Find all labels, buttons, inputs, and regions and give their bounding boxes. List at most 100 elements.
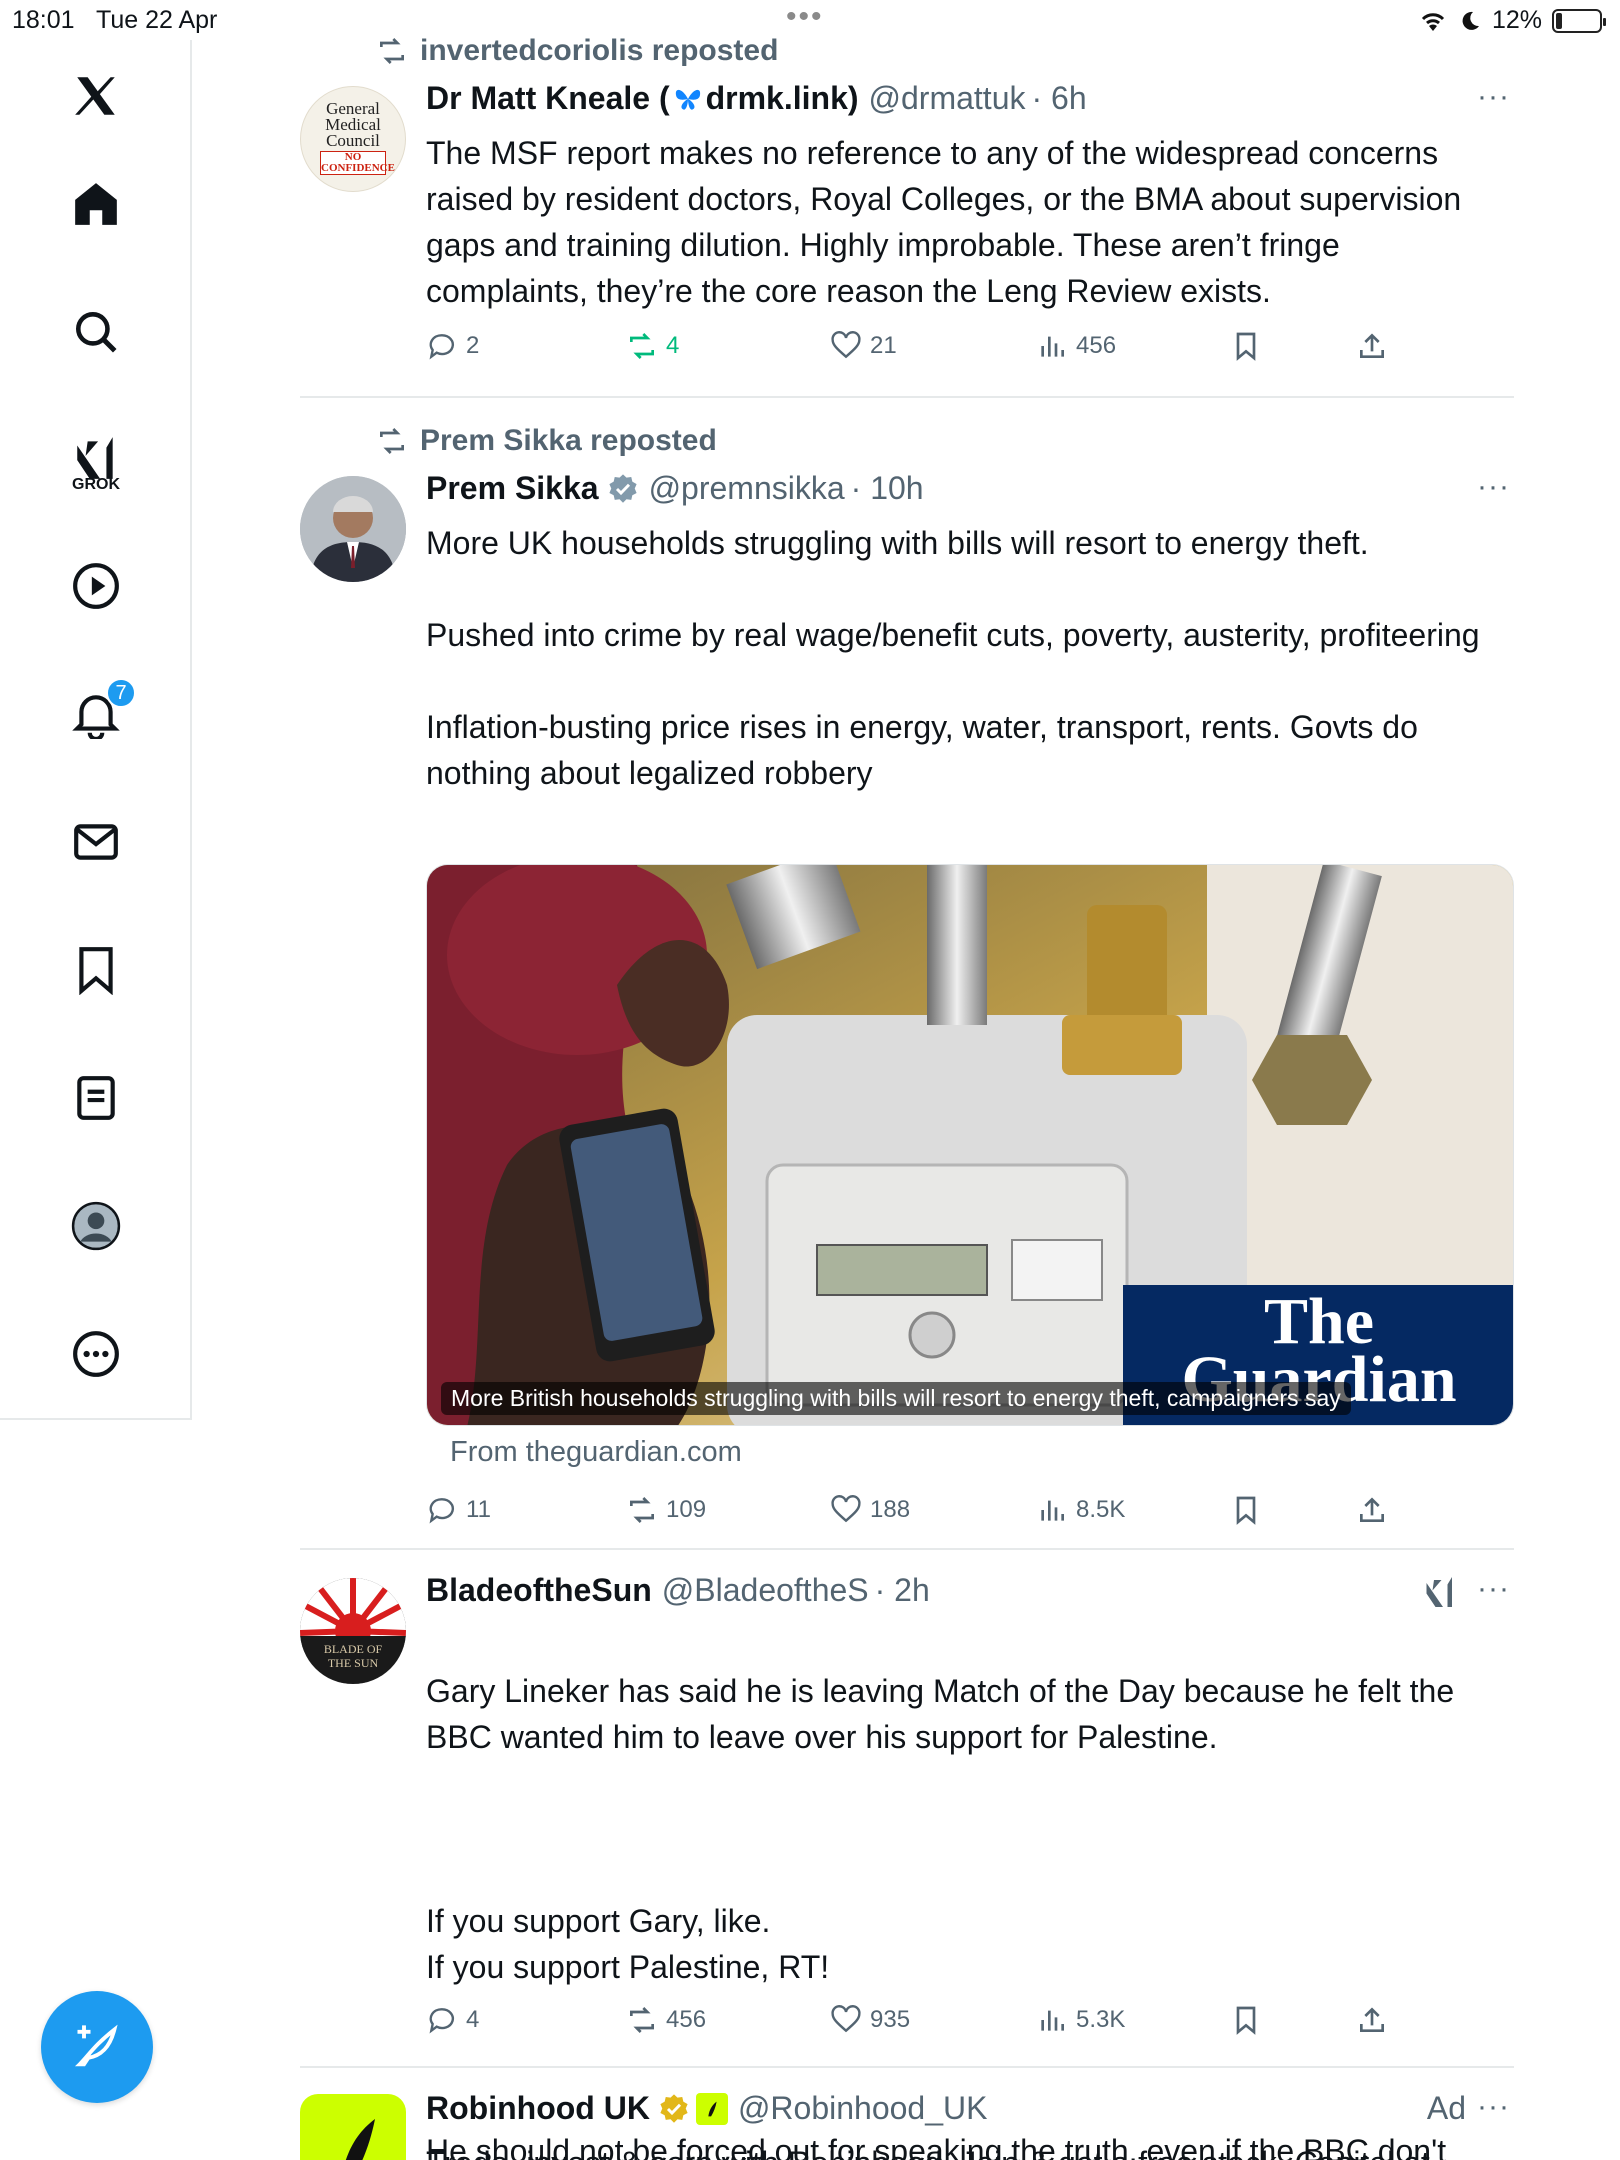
- sidebar: GROK 7: [0, 40, 192, 1420]
- post-more-options[interactable]: ···: [1477, 1572, 1510, 1606]
- lists-icon[interactable]: [62, 1064, 130, 1132]
- repost-button[interactable]: 4: [626, 330, 679, 362]
- author-handle[interactable]: @drmattuk: [869, 80, 1026, 117]
- status-time: 18:01: [12, 6, 75, 34]
- views-chart-icon: [1041, 336, 1064, 357]
- more-options-icon[interactable]: [62, 1320, 130, 1388]
- post-dr-matt-kneale[interactable]: invertedcoriolis reposted General Medica…: [300, 30, 1514, 400]
- author-handle[interactable]: @premnsikka: [649, 470, 845, 507]
- heart-icon: [831, 331, 861, 359]
- post-time[interactable]: · 2h: [875, 1572, 930, 1609]
- post-header: Robinhood UK @Robinhood_UK: [426, 2090, 987, 2127]
- post-text: More UK households struggling with bills…: [426, 520, 1506, 796]
- ad-label: Ad: [1426, 2090, 1466, 2126]
- post-more-options[interactable]: ···: [1477, 2090, 1510, 2124]
- post-divider: [300, 396, 1514, 398]
- post-prem-sikka[interactable]: Prem Sikka reposted Prem Sikka @premnsik…: [300, 420, 1514, 1540]
- like-count: 188: [870, 1496, 911, 1523]
- search-icon[interactable]: [62, 298, 130, 366]
- x-logo-icon[interactable]: [62, 62, 130, 130]
- post-time[interactable]: · 10h: [851, 470, 924, 507]
- views-count: 456: [1076, 332, 1117, 359]
- reply-icon: [429, 2008, 454, 2034]
- share-button[interactable]: [1356, 1494, 1388, 1526]
- share-button[interactable]: [1356, 2004, 1388, 2036]
- heart-icon: [831, 2005, 861, 2033]
- avatar[interactable]: BLADE OF THE SUN: [300, 1578, 406, 1684]
- like-button[interactable]: 21: [830, 330, 897, 362]
- repost-label: Prem Sikka reposted: [420, 424, 717, 457]
- compose-feather-icon: [74, 2024, 118, 2067]
- post-paragraph: More UK households struggling with bills…: [426, 525, 1369, 561]
- post-robinhood-ad[interactable]: Robinhood UK @Robinhood_UK Ad ··· Trade,…: [300, 2066, 1514, 2160]
- post-header: BladeoftheSun @BladeoftheS · 2h: [426, 1572, 930, 1609]
- link-source[interactable]: From theguardian.com: [450, 1436, 742, 1469]
- video-play-icon[interactable]: [62, 552, 130, 620]
- author-name-suffix[interactable]: drmk.link): [706, 80, 859, 117]
- repost-icon: [380, 38, 404, 64]
- share-button[interactable]: [1356, 330, 1388, 362]
- reply-count: 4: [466, 2006, 480, 2033]
- post-bladeofthesun[interactable]: BLADE OF THE SUN BladeoftheSun @Bladeoft…: [300, 1548, 1514, 2160]
- post-actions: 4 456 935 5.3K: [426, 2004, 1426, 2044]
- author-name[interactable]: Robinhood UK: [426, 2090, 650, 2127]
- author-handle[interactable]: @Robinhood_UK: [738, 2090, 988, 2127]
- bookmark-button[interactable]: [1230, 2004, 1262, 2036]
- sidebar-divider: [0, 1418, 192, 1420]
- author-name[interactable]: BladeoftheSun: [426, 1572, 652, 1609]
- author-handle[interactable]: @BladeoftheS: [662, 1572, 869, 1609]
- bookmark-icon: [1236, 332, 1256, 361]
- repost-icon: [630, 333, 654, 359]
- multitask-dots[interactable]: •••: [786, 0, 824, 34]
- share-icon: [1360, 2007, 1384, 2032]
- like-button[interactable]: 188: [830, 1494, 910, 1526]
- repost-icon: [630, 1497, 654, 1523]
- post-more-options[interactable]: ···: [1477, 470, 1510, 504]
- bookmark-button[interactable]: [1230, 330, 1262, 362]
- avatar-confidence-label: CONFIDENCE: [321, 162, 395, 174]
- verified-gold-badge-icon: [660, 2093, 688, 2123]
- views-button[interactable]: 8.5K: [1036, 1494, 1125, 1526]
- repost-button[interactable]: 109: [626, 1494, 706, 1526]
- bookmark-button[interactable]: [1230, 1494, 1262, 1526]
- post-text: The MSF report makes no reference to any…: [426, 135, 1462, 309]
- views-chart-icon: [1041, 2010, 1064, 2031]
- profile-icon[interactable]: [62, 1192, 130, 1260]
- post-header: Dr Matt Kneale ( drmk.link) @drmattuk · …: [426, 80, 1087, 117]
- post-header: Prem Sikka @premnsikka · 10h: [426, 470, 924, 507]
- reply-button[interactable]: 11: [426, 1494, 491, 1526]
- share-icon: [1360, 333, 1384, 358]
- post-more-options[interactable]: ···: [1477, 80, 1510, 114]
- reply-count: 2: [466, 332, 480, 359]
- compose-post-button[interactable]: [41, 1991, 153, 2103]
- grok-explain-icon[interactable]: [1422, 1574, 1458, 1610]
- reply-button[interactable]: 2: [426, 330, 479, 362]
- views-button[interactable]: 456: [1036, 330, 1116, 362]
- avatar[interactable]: [300, 476, 406, 582]
- repost-count: 456: [666, 2006, 707, 2033]
- views-count: 5.3K: [1076, 2006, 1126, 2033]
- views-button[interactable]: 5.3K: [1036, 2004, 1125, 2036]
- home-icon[interactable]: [62, 170, 130, 238]
- like-button[interactable]: 935: [830, 2004, 910, 2036]
- repost-indicator: invertedcoriolis reposted: [376, 34, 778, 68]
- messages-icon[interactable]: [62, 808, 130, 876]
- affiliate-badge-icon: [695, 2092, 728, 2125]
- reply-button[interactable]: 4: [426, 2004, 479, 2036]
- post-time[interactable]: · 6h: [1031, 80, 1086, 117]
- repost-label: invertedcoriolis reposted: [420, 34, 779, 67]
- views-chart-icon: [1041, 1500, 1064, 1521]
- avatar[interactable]: [300, 2094, 406, 2160]
- author-name[interactable]: Dr Matt Kneale (: [426, 80, 670, 117]
- repost-indicator: Prem Sikka reposted: [376, 424, 717, 458]
- avatar[interactable]: General Medical Council NO CONFIDENCE: [300, 86, 406, 192]
- notifications-bell-icon[interactable]: 7: [62, 678, 136, 748]
- link-card[interactable]: The Guardian More British households str…: [426, 864, 1514, 1426]
- author-name[interactable]: Prem Sikka: [426, 470, 599, 507]
- repost-button[interactable]: 456: [626, 2004, 706, 2036]
- repost-count: 4: [666, 332, 680, 359]
- status-date: Tue 22 Apr: [96, 6, 218, 34]
- repost-icon: [630, 2007, 654, 2033]
- like-count: 21: [870, 332, 897, 359]
- bookmarks-icon[interactable]: [62, 936, 130, 1004]
